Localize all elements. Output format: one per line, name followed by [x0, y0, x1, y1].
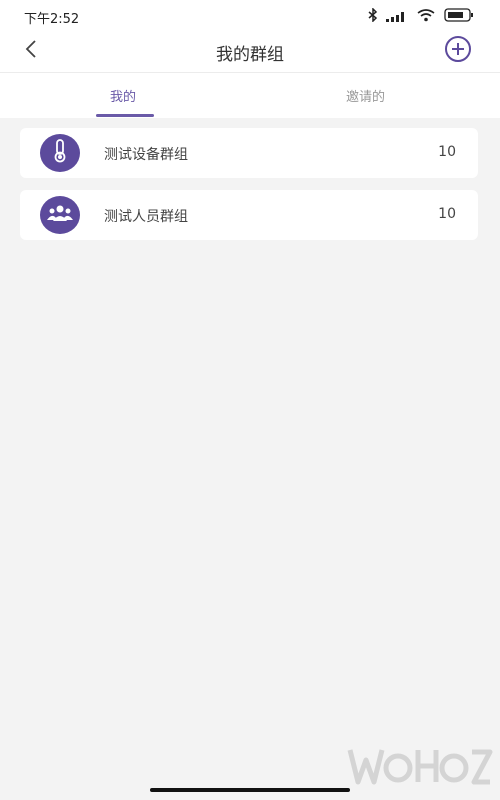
active-tab-indicator — [96, 114, 154, 117]
tab-mine-label: 我的 — [110, 90, 137, 105]
status-icons — [368, 6, 474, 26]
group-item-people[interactable]: 测试人员群组 10 — [20, 190, 478, 240]
battery-icon — [444, 7, 474, 26]
tab-mine[interactable]: 我的 — [0, 73, 250, 118]
page-title: 我的群组 — [216, 45, 284, 65]
plus-circle-icon — [444, 35, 472, 67]
tab-invited[interactable]: 邀请的 — [250, 73, 500, 118]
group-name: 测试设备群组 — [104, 147, 188, 163]
signal-icon — [386, 7, 408, 26]
thermometer-icon — [50, 138, 70, 168]
status-time: 下午2:52 — [24, 12, 80, 27]
group-avatar — [40, 196, 80, 234]
group-count: 10 — [438, 206, 456, 222]
people-icon — [47, 204, 73, 226]
home-indicator — [150, 788, 350, 792]
group-list: 测试设备群组 10 测试人员群组 10 — [20, 128, 478, 252]
nav-bar: 我的群组 — [0, 32, 500, 73]
status-bar: 下午2:52 — [0, 0, 500, 32]
group-name: 测试人员群组 — [104, 209, 188, 225]
add-group-button[interactable] — [444, 35, 472, 67]
wifi-icon — [416, 7, 436, 26]
tab-bar: 我的 邀请的 — [0, 73, 500, 118]
group-count: 10 — [438, 144, 456, 160]
group-avatar — [40, 134, 80, 172]
tab-invited-label: 邀请的 — [346, 90, 386, 105]
bluetooth-icon — [368, 6, 378, 26]
watermark-logo — [344, 742, 494, 790]
group-item-devices[interactable]: 测试设备群组 10 — [20, 128, 478, 178]
